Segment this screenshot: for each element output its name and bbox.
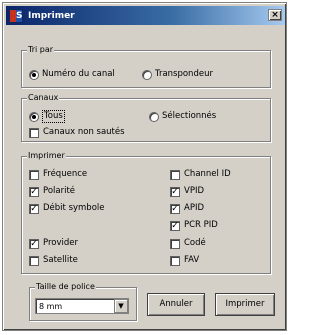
checkmark-icon: ✓ [29,203,39,214]
print-field-channel-id[interactable]: Channel ID [170,169,231,180]
sort-group-legend: Tri par [27,45,55,55]
print-field-symbol-rate[interactable]: ✓ Débit symbole [29,203,105,214]
checkmark-icon: ✓ [170,203,180,214]
checkbox-icon [29,169,39,180]
checkmark-icon: ✓ [170,186,180,197]
sort-option-transponder[interactable]: Transpondeur [142,69,213,80]
channels-non-skipped-checkbox[interactable]: Canaux non sautés [29,127,125,138]
radio-icon [149,111,159,122]
checkbox-icon [170,169,180,180]
print-field-frequency[interactable]: Fréquence [29,169,87,180]
print-field-provider[interactable]: ✓ Provider [29,238,78,249]
app-icon: S [9,8,23,23]
window-title: Imprimer [28,10,75,21]
print-field-scrambled[interactable]: Codé [170,238,206,249]
print-fields-legend: Imprimer [27,151,66,161]
print-button[interactable]: Imprimer [215,293,275,316]
print-field-satellite[interactable]: Satellite [29,255,78,266]
channels-option-selected[interactable]: Sélectionnés [149,111,216,122]
print-field-fav[interactable]: FAV [170,255,199,266]
checkbox-icon [29,127,39,138]
radio-icon [29,111,39,122]
close-button[interactable]: × [268,9,282,21]
font-size-legend: Taille de police [35,282,96,292]
title-bar: S Imprimer × [6,6,285,25]
print-field-pcr-pid[interactable]: ✓ PCR PID [170,220,218,231]
close-icon: × [271,10,279,20]
checkbox-icon [170,238,180,249]
print-field-polarity[interactable]: ✓ Polarité [29,186,75,197]
radio-icon [29,69,39,80]
print-field-apid[interactable]: ✓ APID [170,203,204,214]
dropdown-arrow-icon[interactable]: ▼ [114,299,128,313]
checkbox-icon [29,255,39,266]
sort-option-channel[interactable]: Numéro du canal [29,69,115,80]
font-size-value: 8 mm [39,301,63,311]
print-dialog: S Imprimer × Tri par Numéro du canal Tra… [2,2,287,331]
cancel-button[interactable]: Annuler [147,293,205,316]
channels-option-all[interactable]: Tous [29,110,65,123]
checkmark-icon: ✓ [29,186,39,197]
font-size-select[interactable]: 8 mm ▼ [35,298,129,314]
checkmark-icon: ✓ [170,220,180,231]
channels-group-legend: Canaux [27,93,60,103]
checkmark-icon: ✓ [29,238,39,249]
checkbox-icon [170,255,180,266]
radio-icon [142,69,152,80]
print-field-vpid[interactable]: ✓ VPID [170,186,204,197]
